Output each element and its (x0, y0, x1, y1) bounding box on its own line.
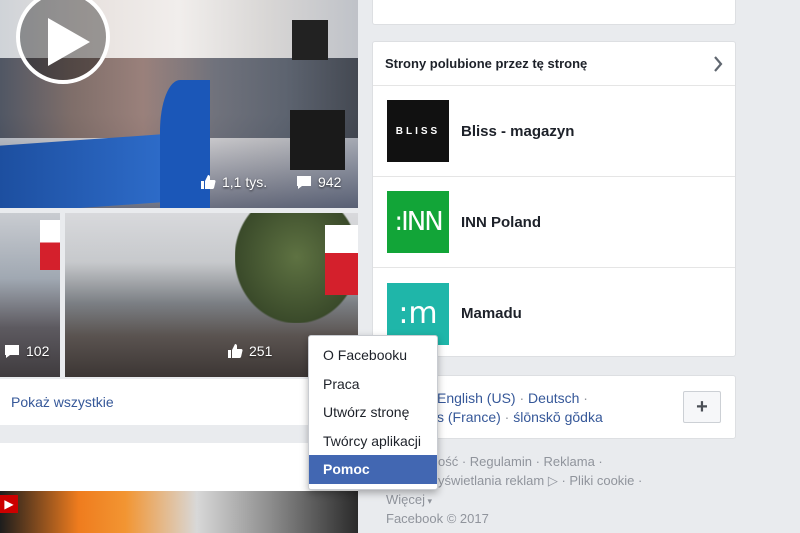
thumbs-up-icon (228, 344, 243, 358)
footer-dropdown-menu: O Facebooku Praca Utwórz stronę Twórcy a… (308, 335, 438, 490)
video-likes: 1,1 tys. (200, 174, 267, 190)
comment-icon (5, 345, 19, 358)
video-comments: 942 (296, 174, 341, 190)
menu-item-developers[interactable]: Twórcy aplikacji (309, 427, 437, 456)
card-stub (372, 0, 736, 25)
liked-page-item[interactable]: BLISS Bliss - magazyn (373, 86, 735, 177)
liked-pages-card: Strony polubione przez tę stronę BLISS B… (372, 41, 736, 357)
footer-link[interactable]: ość (438, 454, 458, 469)
ad-choices-icon: ▷ (547, 473, 558, 488)
footer-link[interactable]: Pliki cookie (569, 473, 634, 488)
menu-item-careers[interactable]: Praca (309, 370, 437, 399)
menu-item-help[interactable]: Pomoc (309, 455, 437, 484)
page-name[interactable]: Mamadu (461, 305, 522, 322)
footer-link[interactable]: Reklama (544, 454, 595, 469)
liked-pages-header[interactable]: Strony polubione przez tę stronę (373, 42, 735, 86)
menu-item-about[interactable]: O Facebooku (309, 341, 437, 370)
page-logo[interactable]: BLISS (387, 100, 449, 162)
photo-thumbnail[interactable]: ▶ (0, 491, 358, 533)
page-logo[interactable]: :INN (387, 191, 449, 253)
video-badge-icon: ▶ (0, 495, 18, 513)
page-name[interactable]: INN Poland (461, 214, 541, 231)
language-link[interactable]: s (France) (437, 409, 501, 425)
comment-icon (297, 176, 311, 189)
add-language-button[interactable]: + (683, 391, 721, 423)
chevron-right-icon[interactable] (713, 55, 723, 72)
language-row: s (France) · ślōnskŏ gŏdka (437, 409, 603, 425)
video-thumbnail[interactable]: 1,1 tys. 942 (0, 0, 358, 208)
photo-likes: 251 (227, 343, 272, 359)
liked-pages-title: Strony polubione przez tę stronę (385, 56, 588, 71)
photo-comments: 102 (4, 343, 49, 359)
page-name[interactable]: Bliss - magazyn (461, 123, 574, 140)
photo-grid: 1,1 tys. 942 102 251 Pokaż wszystkie ▶ (0, 0, 358, 533)
caret-down-icon: ▾ (425, 496, 433, 506)
footer-link[interactable]: Regulamin (470, 454, 532, 469)
see-all-link[interactable]: Pokaż wszystkie (11, 394, 114, 410)
liked-page-item[interactable]: :INN INN Poland (373, 177, 735, 268)
language-link[interactable]: Deutsch (528, 390, 579, 406)
more-link[interactable]: Więcej (386, 492, 425, 507)
language-row: English (US) · Deutsch · (437, 390, 588, 406)
menu-item-create-page[interactable]: Utwórz stronę (309, 398, 437, 427)
language-link[interactable]: ślōnskŏ gŏdka (513, 409, 603, 425)
thumbs-up-icon (201, 175, 216, 189)
footer-link[interactable]: yświetlania reklam (438, 473, 544, 488)
language-link[interactable]: English (US) (437, 390, 516, 406)
copyright: Facebook © 2017 (386, 511, 489, 526)
